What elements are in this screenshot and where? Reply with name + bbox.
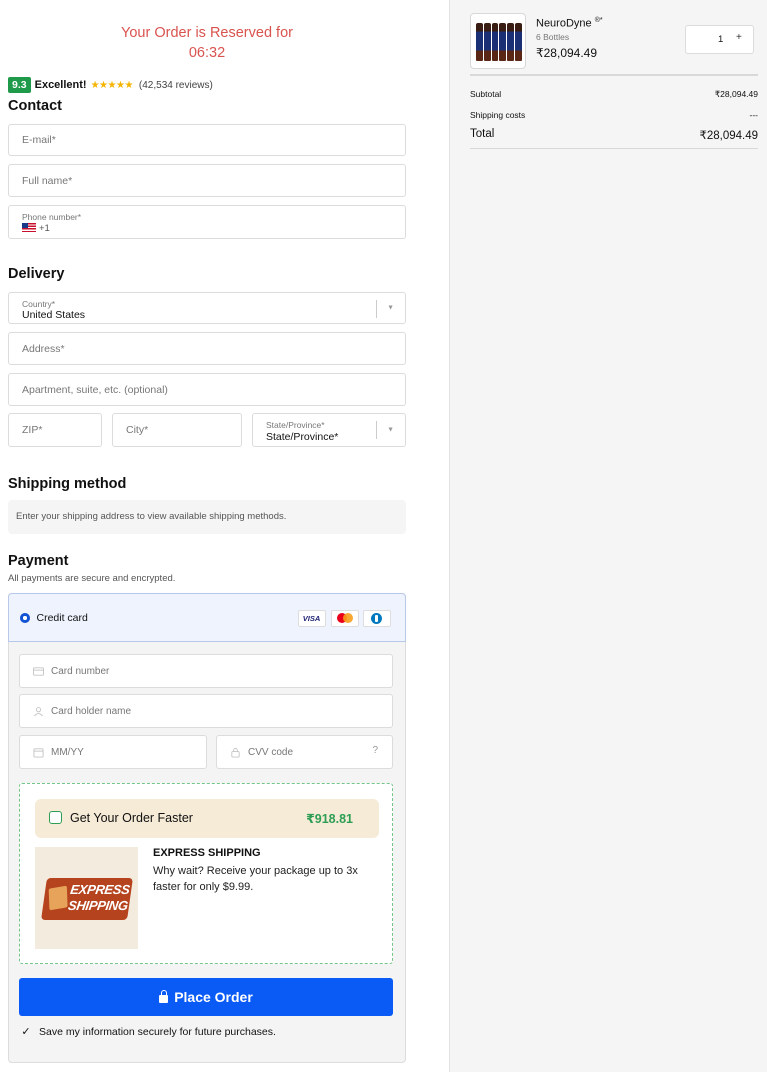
fullname-placeholder: Full name* xyxy=(22,174,73,187)
product-name: NeuroDyne ®* xyxy=(536,17,603,30)
reservation-timer-title: Your Order is Reserved for xyxy=(121,25,293,41)
address-field[interactable]: Address* xyxy=(8,332,406,365)
star-icons: ★★★★★ xyxy=(90,79,134,91)
shipping-methods-notice: Enter your shipping address to view avai… xyxy=(8,500,406,534)
express-shipping-title: EXPRESS SHIPPING xyxy=(153,847,261,859)
lock-icon xyxy=(231,747,240,758)
package-icon xyxy=(48,885,68,911)
user-icon xyxy=(34,707,43,717)
address-placeholder: Address* xyxy=(22,342,65,355)
contact-heading: Contact xyxy=(8,98,62,114)
summary-divider xyxy=(470,74,758,76)
phone-label: Phone number* xyxy=(22,212,82,222)
country-label: Country* xyxy=(22,299,56,309)
select-divider xyxy=(376,421,377,439)
subtotal-row: Subtotal ₹28,094.49 xyxy=(470,89,758,100)
place-order-button[interactable]: Place Order xyxy=(19,978,393,1016)
rating-badge: 9.3 Excellent! ★★★★★ (42,534 reviews) xyxy=(8,77,213,93)
expiry-placeholder: MM/YY xyxy=(51,747,84,758)
payment-subtitle: All payments are secure and encrypted. xyxy=(8,573,176,584)
card-number-placeholder: Card number xyxy=(51,666,110,677)
us-flag-icon xyxy=(22,223,36,232)
apartment-placeholder: Apartment, suite, etc. (optional) xyxy=(22,383,168,396)
subtotal-value: ₹28,094.49 xyxy=(714,89,758,99)
total-divider xyxy=(470,148,758,149)
calendar-icon xyxy=(33,748,44,758)
place-order-label: Place Order xyxy=(174,989,253,1005)
email-placeholder: E-mail* xyxy=(22,134,56,146)
checkout-form: Your Order is Reserved for 06:32 9.3 Exc… xyxy=(0,0,449,1072)
quantity-stepper[interactable]: 1 + xyxy=(685,25,754,54)
state-select[interactable]: State/Province* State/Province* ▼ xyxy=(252,413,406,447)
express-shipping-badge: EXPRESS SHIPPING xyxy=(41,878,133,920)
zip-placeholder: ZIP* xyxy=(22,424,43,436)
order-summary: NeuroDyne ®* 6 Bottles ₹28,094.49 1 + Su… xyxy=(449,0,767,1072)
card-number-input[interactable]: Card number xyxy=(19,654,393,688)
save-info-checkbox[interactable]: ✓ xyxy=(20,1026,32,1038)
credit-card-radio[interactable] xyxy=(19,612,30,623)
save-info-label: Save my information securely for future … xyxy=(39,1026,276,1038)
city-placeholder: City* xyxy=(126,424,149,436)
visa-icon: VISA xyxy=(297,609,326,627)
product-variant: 6 Bottles xyxy=(536,32,570,42)
state-value: State/Province* xyxy=(266,431,339,443)
lock-icon xyxy=(159,989,169,1003)
reservation-timer-value: 06:32 xyxy=(188,45,226,61)
payment-panel: Credit card VISA Card number Card holder… xyxy=(7,592,406,1063)
credit-card-label: Credit card xyxy=(36,611,88,624)
country-select[interactable]: Country* United States ▼ xyxy=(8,292,406,324)
mastercard-icon xyxy=(330,609,359,627)
badge-text-express: EXPRESS xyxy=(69,882,131,897)
credit-card-option[interactable]: Credit card VISA xyxy=(7,592,406,642)
state-label: State/Province* xyxy=(266,420,325,430)
expiry-input[interactable]: MM/YY xyxy=(19,735,207,769)
express-shipping-upsell: Get Your Order Faster ₹918.81 EXPRESS SH… xyxy=(19,783,393,964)
card-holder-placeholder: Card holder name xyxy=(51,706,132,717)
credit-card-icon xyxy=(33,667,44,676)
apartment-field[interactable]: Apartment, suite, etc. (optional) xyxy=(8,373,406,406)
express-shipping-checkbox[interactable] xyxy=(49,811,62,824)
diners-club-icon xyxy=(362,609,391,627)
city-field[interactable]: City* xyxy=(112,413,242,447)
card-holder-input[interactable]: Card holder name xyxy=(19,694,393,728)
badge-text-shipping: SHIPPING xyxy=(67,898,129,913)
select-divider xyxy=(376,300,377,318)
shipping-costs-label: Shipping costs xyxy=(470,110,526,120)
cvv-help-icon[interactable]: ? xyxy=(372,745,378,756)
quantity-value: 1 xyxy=(718,34,724,45)
phone-prefix[interactable]: +1 xyxy=(22,223,50,234)
express-shipping-image: EXPRESS SHIPPING xyxy=(35,847,138,949)
review-count: (42,534 reviews) xyxy=(138,79,213,91)
phone-field[interactable]: Phone number* +1 xyxy=(8,205,406,239)
subtotal-label: Subtotal xyxy=(470,89,502,99)
express-shipping-label: Get Your Order Faster xyxy=(70,811,193,825)
phone-country-code: +1 xyxy=(39,223,50,234)
cvv-placeholder: CVV code xyxy=(248,747,294,758)
fullname-field[interactable]: Full name* xyxy=(8,164,406,197)
product-thumbnail xyxy=(470,13,526,69)
product-price: ₹28,094.49 xyxy=(536,46,598,60)
zip-field[interactable]: ZIP* xyxy=(8,413,102,447)
rating-score: 9.3 xyxy=(8,77,31,93)
total-value: ₹28,094.49 xyxy=(699,130,758,142)
chevron-down-icon: ▼ xyxy=(387,304,394,312)
shipping-costs-value: --- xyxy=(749,110,759,120)
plus-icon[interactable]: + xyxy=(736,32,742,43)
total-row: Total ₹28,094.49 xyxy=(470,128,758,142)
cvv-input[interactable]: CVV code ? xyxy=(216,735,393,769)
rating-label: Excellent! xyxy=(34,79,87,91)
chevron-down-icon: ▼ xyxy=(387,426,394,434)
express-shipping-price: ₹918.81 xyxy=(306,812,353,826)
delivery-heading: Delivery xyxy=(8,266,65,282)
total-label: Total xyxy=(470,128,495,140)
shipping-heading: Shipping method xyxy=(8,476,127,492)
payment-heading: Payment xyxy=(8,553,69,569)
save-info-row[interactable]: ✓ Save my information securely for futur… xyxy=(20,1026,276,1038)
express-shipping-description: Why wait? Receive your package up to 3x … xyxy=(153,865,358,893)
country-value: United States xyxy=(22,309,86,321)
email-field[interactable]: E-mail* xyxy=(8,124,406,156)
express-shipping-toggle[interactable]: Get Your Order Faster ₹918.81 xyxy=(35,799,379,838)
product-mark: ®* xyxy=(594,17,603,24)
shipping-costs-row: Shipping costs --- xyxy=(470,110,758,120)
